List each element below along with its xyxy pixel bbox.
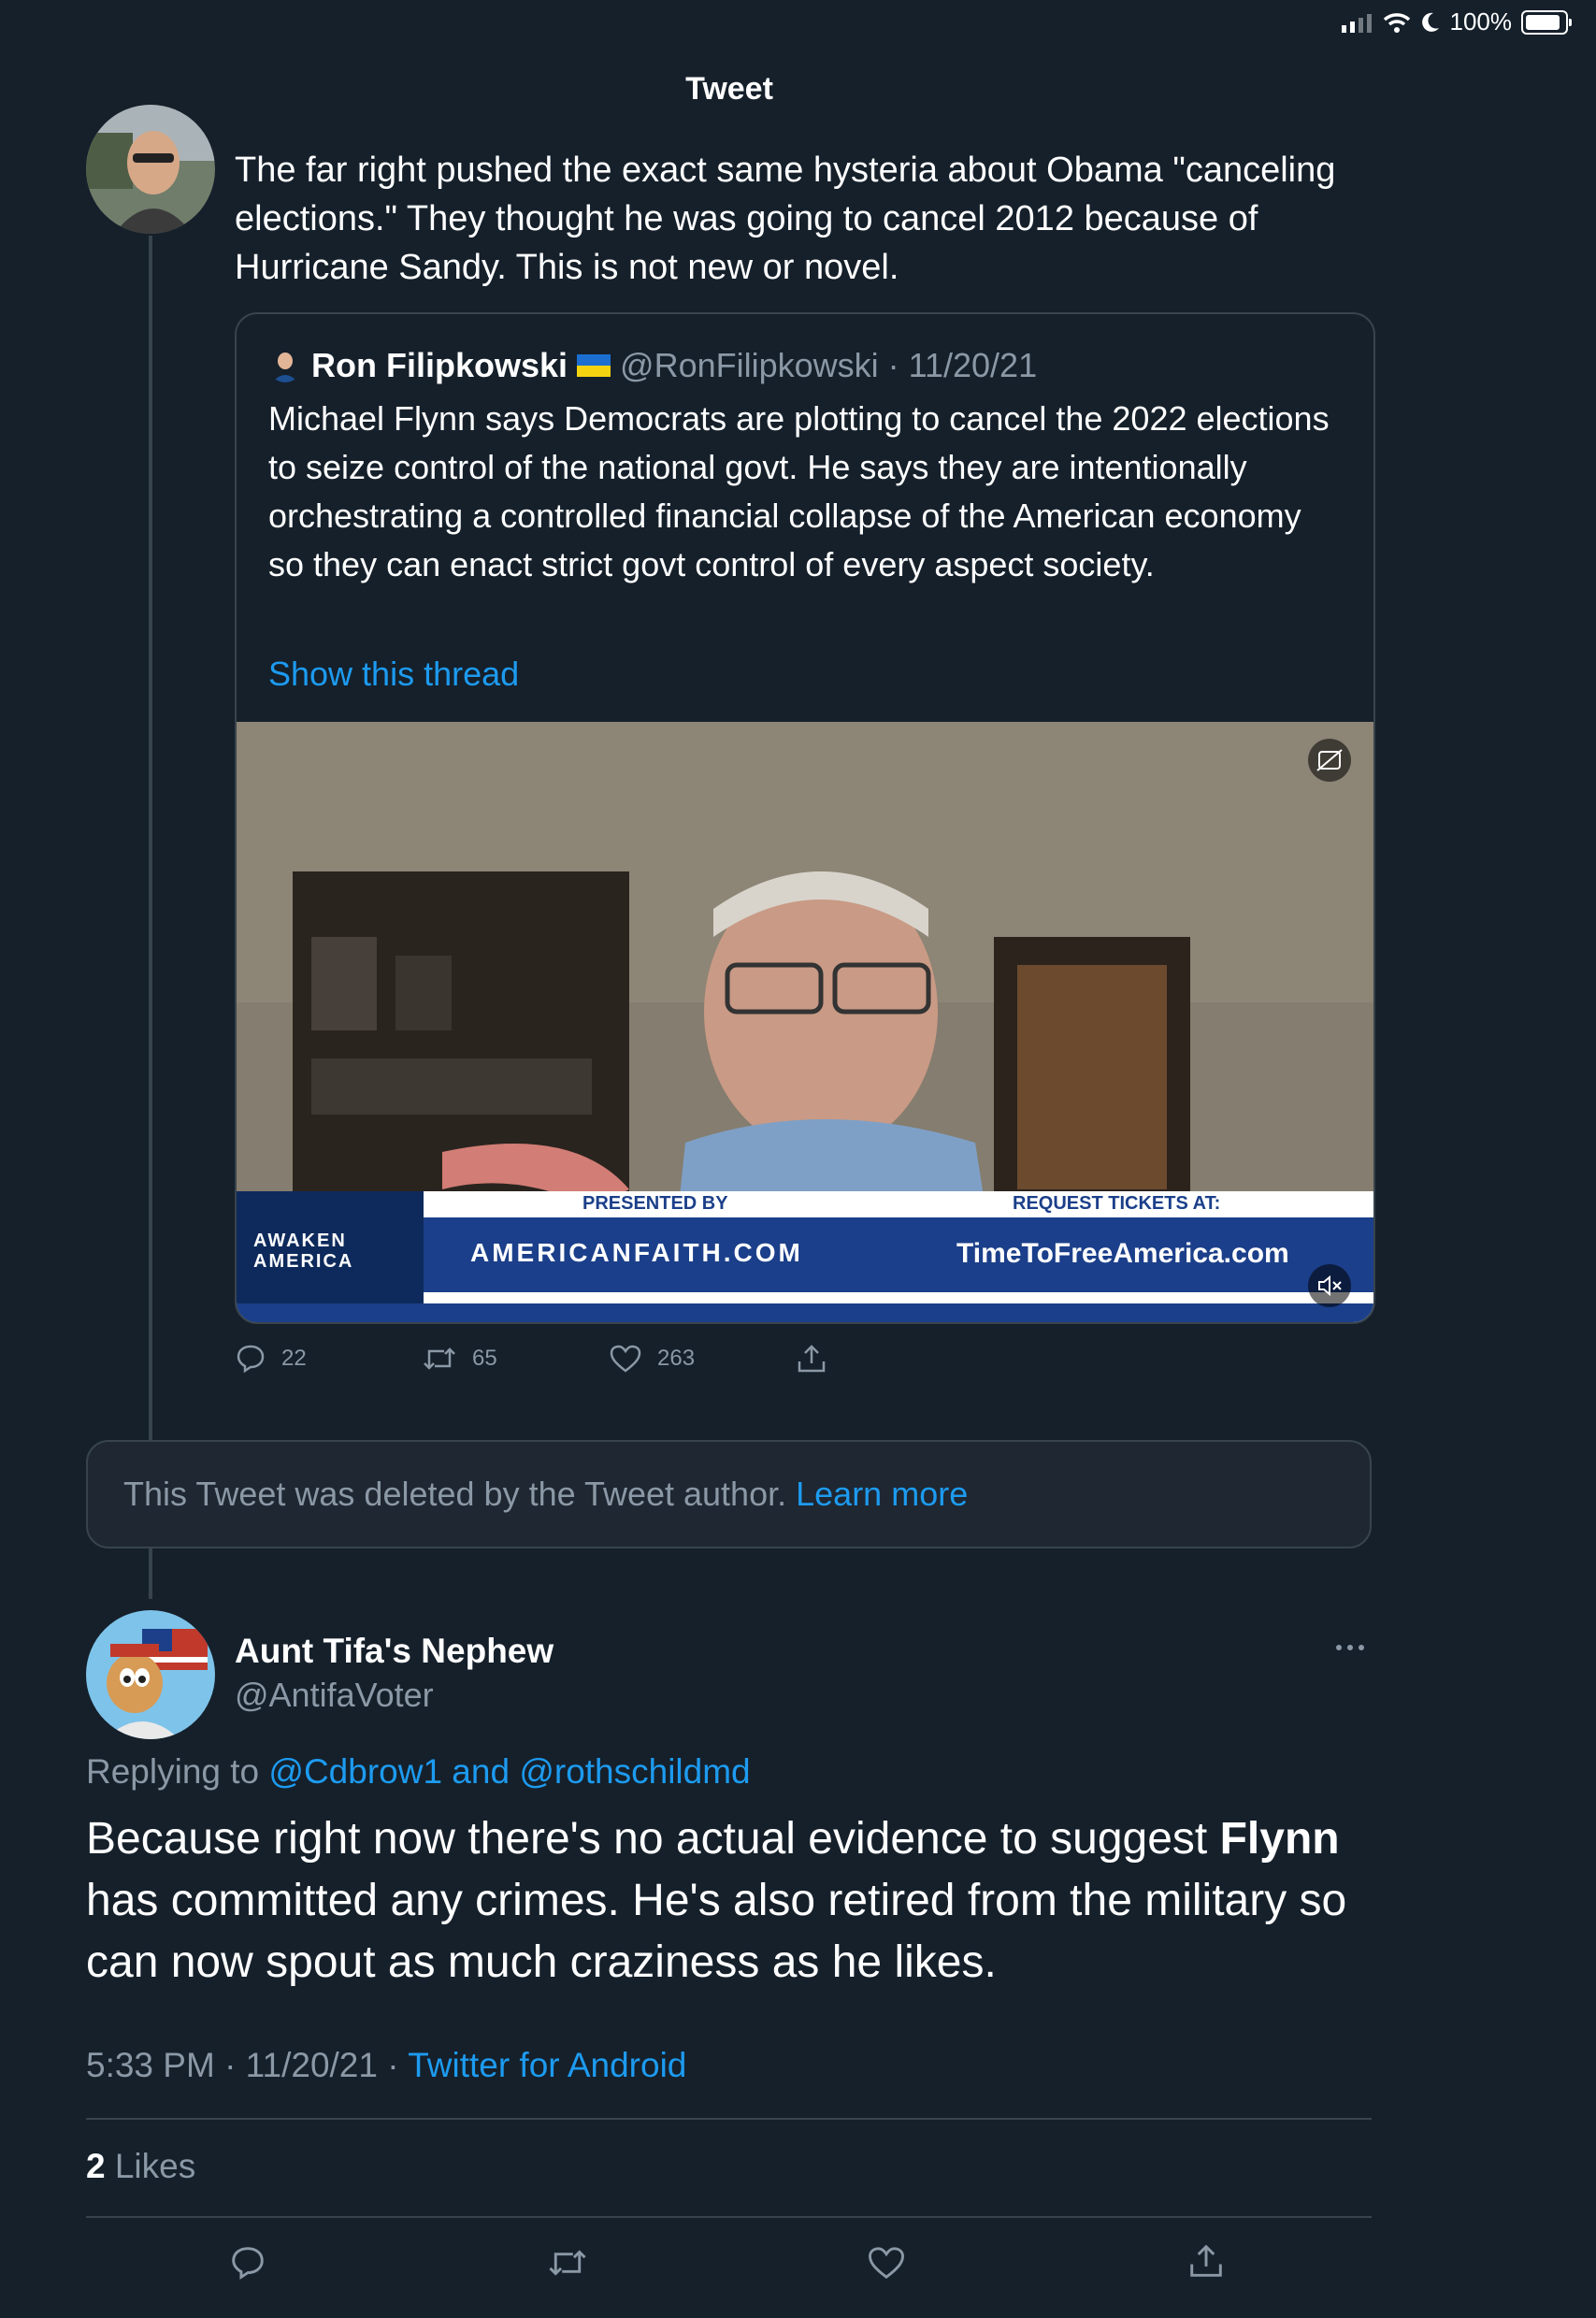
reply-action[interactable]: 22	[235, 1344, 422, 1374]
heart-icon	[610, 1345, 641, 1373]
heart-icon	[869, 2247, 904, 2279]
captions-off-icon	[1316, 749, 1343, 771]
replying-to-prefix: Replying to	[86, 1752, 260, 1791]
status-bar: 100%	[1341, 7, 1572, 36]
sponsor-url: TimeToFreeAmerica.com	[956, 1238, 1289, 1269]
muted-speaker-icon	[1318, 1274, 1342, 1297]
main-retweet-button[interactable]	[547, 2244, 588, 2282]
battery-percent: 100%	[1449, 7, 1513, 36]
quoted-tweet-date: · 11/20/21	[887, 346, 1038, 384]
parent-tweet-text: The far right pushed the exact same hyst…	[235, 151, 1336, 287]
mute-button[interactable]	[1308, 1264, 1351, 1307]
main-author-avatar[interactable]	[86, 1610, 215, 1739]
retweet-icon	[424, 1347, 455, 1370]
divider-top	[86, 2118, 1372, 2120]
share-action[interactable]	[796, 1343, 983, 1375]
reply-count: 22	[281, 1346, 307, 1371]
like-action[interactable]: 263	[609, 1344, 796, 1374]
awaken-america-logo: AWAKEN AMERICA	[253, 1231, 354, 1272]
main-tweet-text-part1: Because right now there's no actual evid…	[86, 1814, 1208, 1864]
thread-line	[149, 236, 152, 1440]
main-tweet-text: Because right now there's no actual evid…	[86, 1808, 1395, 1994]
request-tickets-label: REQUEST TICKETS AT:	[1013, 1193, 1221, 1214]
presented-by-label: PRESENTED BY	[582, 1193, 728, 1214]
replying-to-users[interactable]: @Cdbrow1 and @rothschildmd	[268, 1752, 750, 1791]
replying-to: Replying to @Cdbrow1 and @rothschildmd	[86, 1752, 751, 1792]
likes-summary[interactable]: 2 Likes	[86, 2147, 195, 2186]
retweet-count: 65	[472, 1346, 497, 1371]
ukraine-flag-icon	[577, 354, 611, 377]
main-author-handle[interactable]: @AntifaVoter	[235, 1676, 434, 1715]
quoted-author-handle: @RonFilipkowski	[620, 346, 879, 384]
thread-line-2	[149, 1548, 152, 1599]
deleted-notice-text: This Tweet was deleted by the Tweet auth…	[123, 1475, 787, 1513]
main-tweet-text-part2: has committed any crimes. He's also reti…	[86, 1876, 1347, 1987]
reply-icon	[237, 1345, 265, 1374]
show-thread-link[interactable]: Show this thread	[268, 655, 519, 694]
main-share-button[interactable]	[1187, 2242, 1225, 2280]
sponsor-label: AMERICANFAITH.COM	[470, 1238, 803, 1267]
retweet-icon	[549, 2250, 586, 2276]
more-options-icon	[1336, 1645, 1364, 1650]
main-author-name[interactable]: Aunt Tifa's Nephew	[235, 1632, 554, 1671]
main-like-button[interactable]	[867, 2244, 906, 2282]
signal-icon	[1341, 13, 1372, 33]
battery-fill	[1526, 14, 1560, 30]
battery-icon	[1521, 9, 1572, 35]
divider-bottom	[86, 2216, 1372, 2218]
quoted-author-name: Ron Filipkowski	[311, 346, 568, 384]
tweet-timestamp: 5:33 PM · 11/20/21 ·	[86, 2046, 399, 2084]
retweet-action[interactable]: 65	[422, 1344, 609, 1374]
main-tweet-text-bold: Flynn	[1219, 1814, 1340, 1864]
parent-author-avatar[interactable]	[86, 105, 215, 234]
page-title: Tweet	[685, 71, 773, 107]
reply-icon	[232, 2247, 264, 2281]
wifi-icon	[1383, 12, 1410, 33]
quoted-tweet-header: Ron Filipkowski @RonFilipkowski · 11/20/…	[268, 346, 1037, 385]
share-icon	[1190, 2244, 1222, 2277]
quoted-author-avatar	[268, 349, 302, 382]
quoted-tweet-text: Michael Flynn says Democrats are plottin…	[268, 399, 1330, 583]
likes-count: 2	[86, 2147, 106, 2185]
parent-tweet-actions: 22 65 263	[235, 1343, 983, 1375]
learn-more-link[interactable]: Learn more	[796, 1475, 968, 1514]
quoted-tweet-card[interactable]: Ron Filipkowski @RonFilipkowski · 11/20/…	[235, 312, 1375, 1324]
captions-off-button[interactable]	[1308, 739, 1351, 782]
share-icon	[798, 1345, 826, 1373]
do-not-disturb-moon-icon	[1421, 12, 1439, 32]
like-count: 263	[657, 1346, 696, 1371]
video-player[interactable]: AWAKEN AMERICA PRESENTED BY REQUEST TICK…	[237, 722, 1373, 1322]
tweet-source[interactable]: Twitter for Android	[408, 2046, 686, 2084]
likes-label: Likes	[114, 2147, 196, 2185]
tweet-meta: 5:33 PM · 11/20/21 · Twitter for Android	[86, 2046, 686, 2085]
deleted-tweet-notice: This Tweet was deleted by the Tweet auth…	[86, 1440, 1372, 1548]
main-reply-button[interactable]	[229, 2244, 266, 2282]
more-options-button[interactable]	[1331, 1638, 1369, 1657]
